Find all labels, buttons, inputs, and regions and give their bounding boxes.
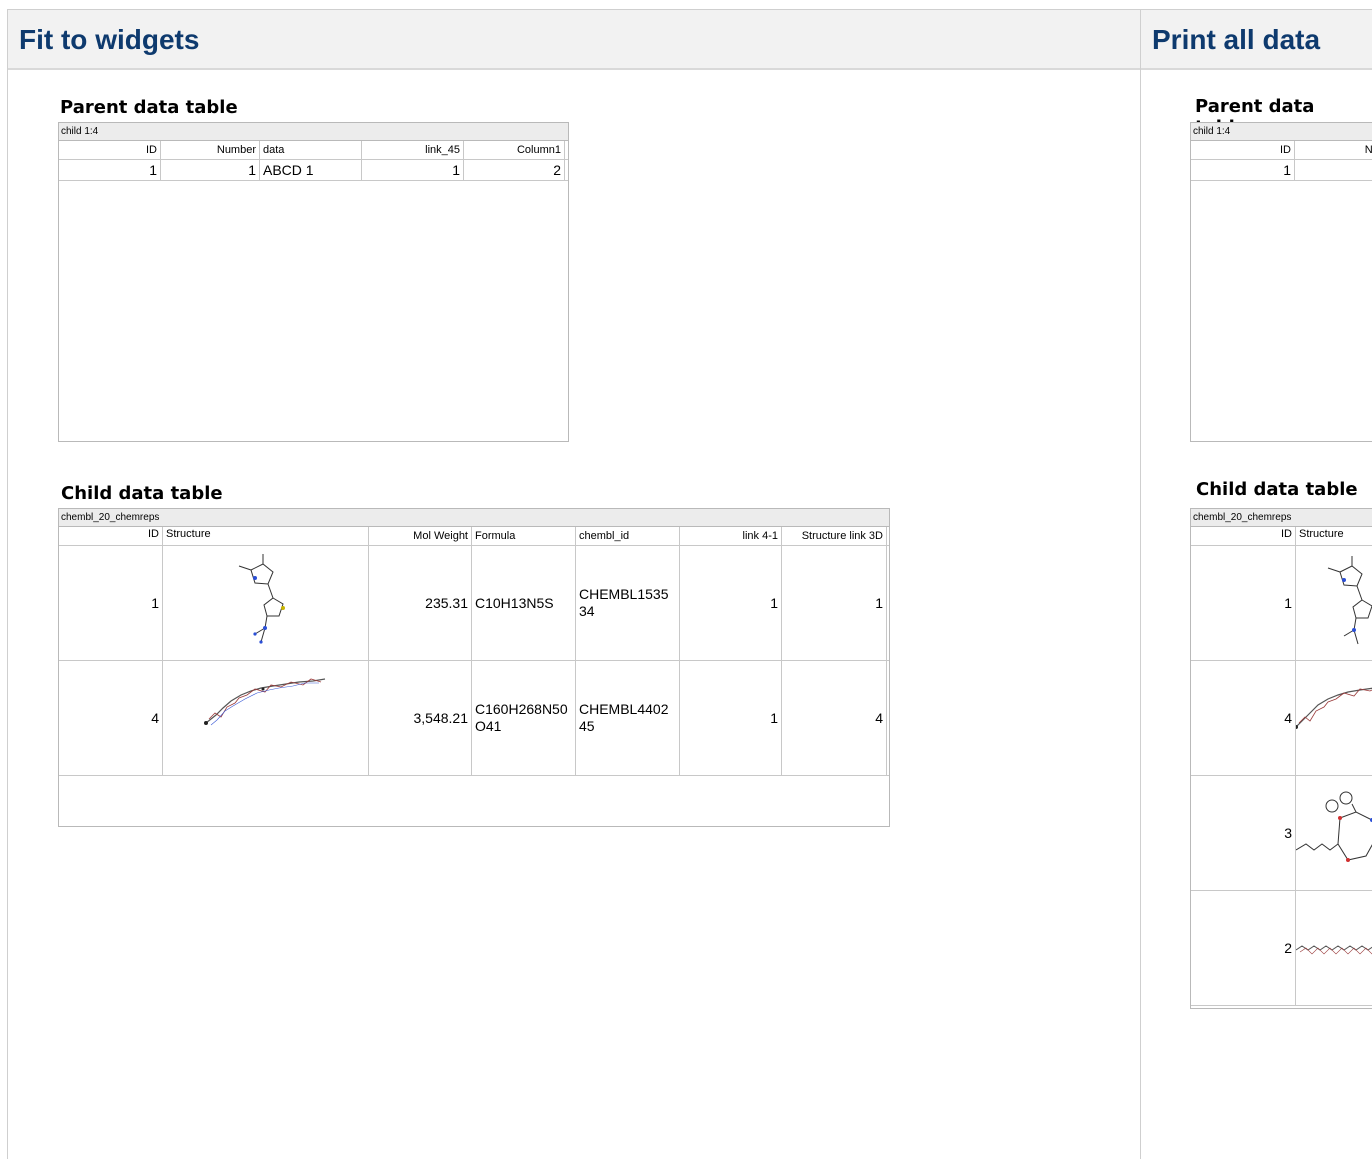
parent-table-heading: Parent data table: [60, 97, 238, 118]
table-row[interactable]: 4 3,548.21 C160H268N50O41 CHEMBL440245 1…: [59, 661, 889, 776]
right-panel-header: Print all data: [1141, 10, 1372, 70]
parent-table-header-row: ID Num: [1191, 141, 1372, 160]
parent-table-caption: child 1:4: [1191, 123, 1372, 141]
column-header-mol-weight[interactable]: Mol Weight: [369, 527, 472, 545]
table-row[interactable]: 4: [1191, 661, 1372, 776]
column-header-data[interactable]: data: [260, 141, 362, 159]
cell-id: 3: [1191, 776, 1296, 890]
column-header-number[interactable]: Num: [1295, 141, 1372, 159]
cell-id: 1: [59, 546, 163, 660]
right-panel-title: Print all data: [1152, 24, 1321, 55]
panel-divider: [1140, 9, 1141, 1159]
cell-number: [1295, 160, 1372, 180]
table-row[interactable]: 3: [1191, 776, 1372, 891]
molecule-peptide-chain-icon: [163, 661, 369, 775]
cell-mol-weight: 235.31: [369, 546, 472, 660]
left-panel-header: Fit to widgets: [8, 10, 1140, 70]
molecule-linear-chain-icon: [1296, 891, 1372, 1005]
cell-number: 1: [161, 160, 260, 180]
cell-id: 4: [1191, 661, 1296, 775]
cell-formula: C10H13N5S: [472, 546, 576, 660]
cell-chembl-id: CHEMBL440245: [576, 661, 680, 775]
table-row[interactable]: 2: [1191, 891, 1372, 1006]
child-data-table[interactable]: chembl_20_chemreps ID Structure 1 4 3 2: [1190, 508, 1372, 1009]
column-header-structure-link-3d[interactable]: Structure link 3D: [782, 527, 887, 545]
column-header-link-4-1[interactable]: link 4-1: [680, 527, 782, 545]
cell-structure-link-3d: 1: [782, 546, 887, 660]
parent-data-table[interactable]: child 1:4 ID Num 1: [1190, 122, 1372, 442]
cell-formula: C160H268N50O41: [472, 661, 576, 775]
cell-id: 1: [1191, 546, 1296, 660]
column-header-formula[interactable]: Formula: [472, 527, 576, 545]
table-row[interactable]: 1: [1191, 546, 1372, 661]
cell-id: 1: [1191, 160, 1295, 180]
molecule-macrocycle-icon: [1296, 776, 1372, 890]
column-header-column1[interactable]: Column1: [464, 141, 565, 159]
column-header-structure[interactable]: Structure: [1296, 527, 1372, 545]
cell-id: 1: [59, 160, 161, 180]
child-table-caption: chembl_20_chemreps: [59, 509, 889, 527]
cell-data: ABCD 1: [260, 160, 362, 180]
child-table-header-row: ID Structure: [1191, 527, 1372, 546]
column-header-chembl-id[interactable]: chembl_id: [576, 527, 680, 545]
table-row[interactable]: 1 1 ABCD 1 1 2: [59, 160, 568, 181]
child-table-header-row: ID Structure Mol Weight Formula chembl_i…: [59, 527, 889, 546]
cell-link-4-1: 1: [680, 546, 782, 660]
parent-table-caption: child 1:4: [59, 123, 568, 141]
cell-link-4-1: 1: [680, 661, 782, 775]
table-row[interactable]: 1: [1191, 160, 1372, 181]
column-header-id[interactable]: ID: [1191, 141, 1295, 159]
molecule-small-icon: [1296, 546, 1372, 660]
parent-data-table[interactable]: child 1:4 ID Number data link_45 Column1…: [58, 122, 569, 442]
cell-link-45: 1: [362, 160, 464, 180]
child-table-heading: Child data table: [1196, 479, 1358, 500]
frame-border-left: [7, 9, 8, 1159]
molecule-peptide-chain-icon: [1296, 661, 1372, 775]
parent-table-header-row: ID Number data link_45 Column1: [59, 141, 568, 160]
molecule-small-icon: [163, 546, 369, 660]
left-panel-title: Fit to widgets: [19, 24, 200, 55]
cell-structure-link-3d: 4: [782, 661, 887, 775]
column-header-id[interactable]: ID: [1191, 527, 1296, 545]
column-header-structure[interactable]: Structure: [163, 527, 369, 545]
column-header-number[interactable]: Number: [161, 141, 260, 159]
cell-chembl-id: CHEMBL153534: [576, 546, 680, 660]
cell-id: 4: [59, 661, 163, 775]
child-table-heading: Child data table: [61, 483, 223, 504]
child-table-caption: chembl_20_chemreps: [1191, 509, 1372, 527]
table-row[interactable]: 1 235.31 C10H13N5S CHEMBL153534 1 1: [59, 546, 889, 661]
column-header-id[interactable]: ID: [59, 141, 161, 159]
child-data-table[interactable]: chembl_20_chemreps ID Structure Mol Weig…: [58, 508, 890, 827]
cell-column1: 2: [464, 160, 565, 180]
cell-id: 2: [1191, 891, 1296, 1005]
cell-mol-weight: 3,548.21: [369, 661, 472, 775]
column-header-link-45[interactable]: link_45: [362, 141, 464, 159]
column-header-id[interactable]: ID: [59, 527, 163, 545]
